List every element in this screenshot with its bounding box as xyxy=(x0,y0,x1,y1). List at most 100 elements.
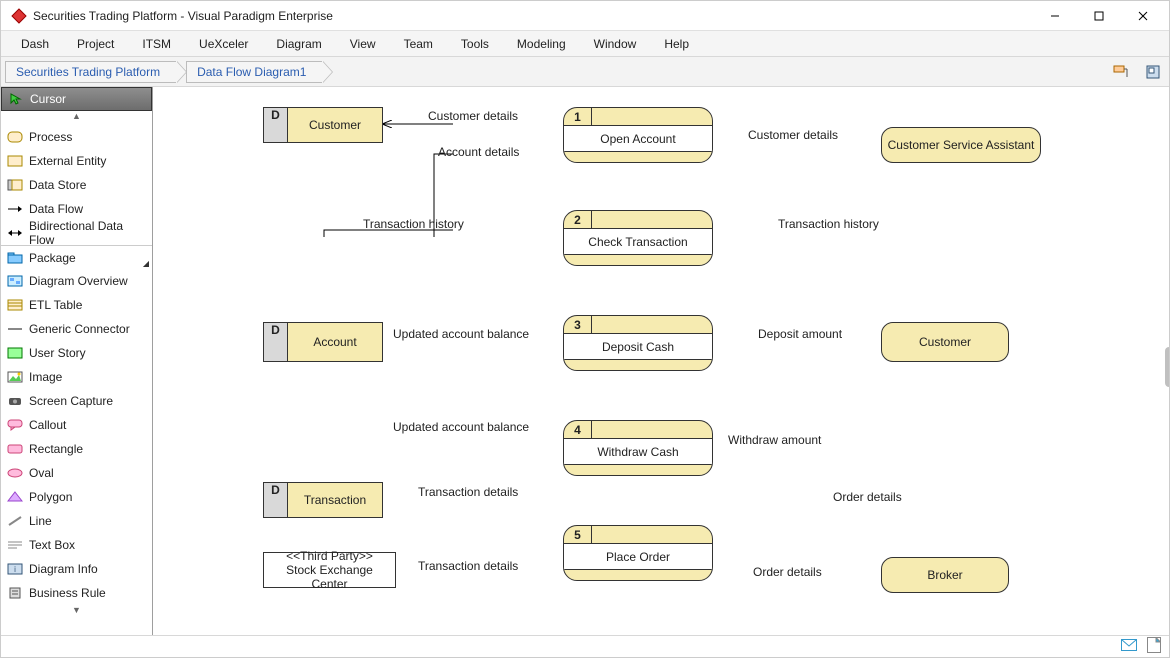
palette-bidirectional-data-flow[interactable]: Bidirectional Data Flow xyxy=(1,221,152,245)
palette-business-rule[interactable]: Business Rule xyxy=(1,581,152,605)
rectangle-icon xyxy=(7,441,23,457)
palette-label: Polygon xyxy=(29,490,72,504)
process-number: 1 xyxy=(564,108,592,125)
process-deposit-cash[interactable]: 3 Deposit Cash xyxy=(563,315,713,371)
palette-rectangle[interactable]: Rectangle xyxy=(1,437,152,461)
flow-label: Transaction history xyxy=(363,217,464,231)
palette-generic-connector[interactable]: Generic Connector xyxy=(1,317,152,341)
text-box-icon xyxy=(7,537,23,553)
palette-collapse-down[interactable]: ▼ xyxy=(1,605,152,619)
breadcrumb-root[interactable]: Securities Trading Platform xyxy=(5,61,176,83)
palette-user-story[interactable]: User Story xyxy=(1,341,152,365)
svg-text:i: i xyxy=(14,565,16,574)
entity-label: Broker xyxy=(927,568,962,582)
menu-dash[interactable]: Dash xyxy=(7,33,63,55)
palette-diagram-info[interactable]: iDiagram Info xyxy=(1,557,152,581)
data-store-icon xyxy=(7,177,23,193)
entity-label: Customer Service Assistant xyxy=(888,138,1035,152)
datastore-customer[interactable]: D Customer xyxy=(263,107,383,143)
process-place-order[interactable]: 5 Place Order xyxy=(563,525,713,581)
window-title: Securities Trading Platform - Visual Par… xyxy=(33,9,1033,23)
mail-icon[interactable] xyxy=(1121,639,1137,654)
palette-image[interactable]: Image xyxy=(1,365,152,389)
external-entity-customer[interactable]: Customer xyxy=(881,322,1009,362)
diagram-canvas[interactable]: D Customer D Account D Transaction <<Thi… xyxy=(153,87,1169,635)
process-label: Deposit Cash xyxy=(564,334,712,360)
close-button[interactable] xyxy=(1121,2,1165,30)
process-withdraw-cash[interactable]: 4 Withdraw Cash xyxy=(563,420,713,476)
palette-screen-capture[interactable]: Screen Capture xyxy=(1,389,152,413)
external-entity-csa[interactable]: Customer Service Assistant xyxy=(881,127,1041,163)
menu-modeling[interactable]: Modeling xyxy=(503,33,580,55)
diagram-info-icon: i xyxy=(7,561,23,577)
palette-label: User Story xyxy=(29,346,86,360)
menu-diagram[interactable]: Diagram xyxy=(262,33,335,55)
process-label: Check Transaction xyxy=(564,229,712,255)
menu-window[interactable]: Window xyxy=(580,33,651,55)
palette-data-store[interactable]: Data Store xyxy=(1,173,152,197)
palette-label: Image xyxy=(29,370,62,384)
palette-etl-table[interactable]: ETL Table xyxy=(1,293,152,317)
expand-indicator-icon: ◢ xyxy=(143,259,149,268)
datastore-tag: D xyxy=(264,323,288,361)
process-check-transaction[interactable]: 2 Check Transaction xyxy=(563,210,713,266)
minimize-button[interactable] xyxy=(1033,2,1077,30)
palette-callout[interactable]: Callout xyxy=(1,413,152,437)
process-label: Withdraw Cash xyxy=(564,439,712,465)
flow-label: Order details xyxy=(833,490,902,504)
palette-process[interactable]: Process xyxy=(1,125,152,149)
layers-icon[interactable] xyxy=(1143,62,1163,82)
entity-label: Customer xyxy=(919,335,971,349)
flow-label: Customer details xyxy=(428,109,518,123)
palette-oval[interactable]: Oval xyxy=(1,461,152,485)
breadcrumb-diagram[interactable]: Data Flow Diagram1 xyxy=(186,61,322,83)
menu-uexceler[interactable]: UeXceler xyxy=(185,33,262,55)
menu-help[interactable]: Help xyxy=(650,33,703,55)
titlebar: Securities Trading Platform - Visual Par… xyxy=(1,1,1169,31)
palette-collapse-up[interactable]: ▲ xyxy=(1,111,152,125)
palette-line[interactable]: Line xyxy=(1,509,152,533)
note-icon[interactable] xyxy=(1147,637,1161,656)
format-painter-icon[interactable] xyxy=(1111,62,1131,82)
palette-label: Screen Capture xyxy=(29,394,113,408)
process-label: Place Order xyxy=(564,544,712,570)
package-icon xyxy=(7,250,23,266)
datastore-account[interactable]: D Account xyxy=(263,322,383,362)
palette-package[interactable]: Package ◢ xyxy=(1,245,152,269)
maximize-button[interactable] xyxy=(1077,2,1121,30)
external-entity-broker[interactable]: Broker xyxy=(881,557,1009,593)
palette-diagram-overview[interactable]: Diagram Overview xyxy=(1,269,152,293)
flow-label: Account details xyxy=(438,145,519,159)
process-number: 2 xyxy=(564,211,592,228)
process-open-account[interactable]: 1 Open Account xyxy=(563,107,713,163)
flow-label: Order details xyxy=(753,565,822,579)
menu-team[interactable]: Team xyxy=(390,33,447,55)
process-number: 3 xyxy=(564,316,592,333)
palette-label: Bidirectional Data Flow xyxy=(29,219,146,247)
palette-data-flow[interactable]: Data Flow xyxy=(1,197,152,221)
palette-text-box[interactable]: Text Box xyxy=(1,533,152,557)
process-number: 5 xyxy=(564,526,592,543)
shape-palette: Cursor ▲ Process External Entity Data St… xyxy=(1,87,153,635)
menu-view[interactable]: View xyxy=(336,33,390,55)
menu-project[interactable]: Project xyxy=(63,33,128,55)
menu-tools[interactable]: Tools xyxy=(447,33,503,55)
polygon-icon xyxy=(7,489,23,505)
palette-label: ETL Table xyxy=(29,298,82,312)
palette-label: Rectangle xyxy=(29,442,83,456)
datastore-transaction[interactable]: D Transaction xyxy=(263,482,383,518)
palette-label: Process xyxy=(29,130,72,144)
flow-label: Updated account balance xyxy=(393,420,529,434)
oval-icon xyxy=(7,465,23,481)
palette-label: Package xyxy=(29,251,76,265)
line-icon xyxy=(7,513,23,529)
palette-external-entity[interactable]: External Entity xyxy=(1,149,152,173)
palette-cursor[interactable]: Cursor xyxy=(1,87,152,111)
flow-label: Customer details xyxy=(748,128,838,142)
breadcrumb-bar: Securities Trading Platform Data Flow Di… xyxy=(1,57,1169,87)
palette-polygon[interactable]: Polygon xyxy=(1,485,152,509)
menu-itsm[interactable]: ITSM xyxy=(128,33,185,55)
palette-label: Text Box xyxy=(29,538,75,552)
external-entity-stock-exchange[interactable]: <<Third Party>> Stock Exchange Center xyxy=(263,552,396,588)
flow-label: Updated account balance xyxy=(393,327,529,341)
